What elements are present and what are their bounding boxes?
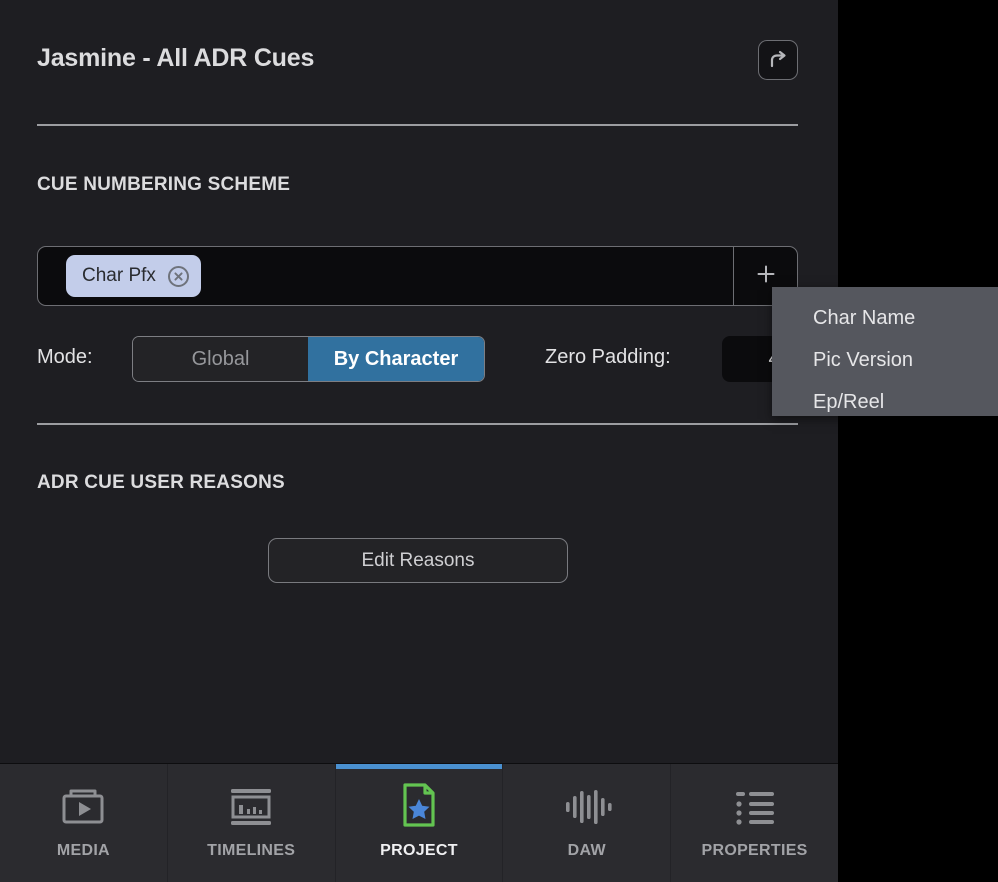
dropdown-item-pic-version[interactable]: Pic Version bbox=[772, 339, 998, 381]
nav-tab-daw[interactable]: DAW bbox=[503, 764, 672, 882]
nav-label-properties: PROPERTIES bbox=[701, 842, 808, 859]
nav-label-daw: DAW bbox=[567, 842, 606, 859]
screen-root: Jasmine - All ADR Cues CUE NUMBERING SCH… bbox=[0, 0, 998, 882]
close-circle-icon[interactable] bbox=[167, 265, 189, 287]
share-arrow-icon bbox=[767, 49, 789, 71]
mode-option-global[interactable]: Global bbox=[133, 337, 308, 381]
token-chip-label: Char Pfx bbox=[82, 265, 156, 286]
nav-tab-media[interactable]: MEDIA bbox=[0, 764, 168, 882]
token-chip[interactable]: Char Pfx bbox=[66, 255, 201, 297]
timeline-ruler-icon bbox=[226, 786, 276, 828]
nav-label-media: MEDIA bbox=[56, 842, 110, 859]
token-type-dropdown-menu[interactable]: Char Name Pic Version Ep/Reel bbox=[772, 287, 998, 416]
dropdown-item-char-name[interactable]: Char Name bbox=[772, 297, 998, 339]
bullet-list-icon bbox=[732, 786, 778, 828]
dropdown-item-ep-reel[interactable]: Ep/Reel bbox=[772, 381, 998, 423]
nav-label-project: PROJECT bbox=[380, 842, 458, 859]
nav-tab-project[interactable]: PROJECT bbox=[335, 764, 504, 882]
bottom-navigation-bar: MEDIA TIMELINES PROJECT DAW PROPERTIES bbox=[0, 763, 838, 882]
edit-reasons-button[interactable]: Edit Reasons bbox=[268, 538, 568, 583]
waveform-icon bbox=[562, 786, 612, 828]
nav-tab-timelines[interactable]: TIMELINES bbox=[168, 764, 336, 882]
share-button[interactable] bbox=[758, 40, 798, 80]
section-heading-cue-numbering: CUE NUMBERING SCHEME bbox=[37, 174, 291, 195]
mode-option-by-character[interactable]: By Character bbox=[308, 337, 484, 381]
nav-label-timelines: TIMELINES bbox=[207, 842, 296, 859]
project-document-star-icon bbox=[399, 783, 439, 828]
mode-segmented-control[interactable]: Global By Character bbox=[132, 336, 485, 382]
page-title: Jasmine - All ADR Cues bbox=[37, 44, 315, 72]
panel-header: Jasmine - All ADR Cues bbox=[0, 0, 838, 125]
plus-icon bbox=[755, 263, 777, 290]
divider-top bbox=[37, 124, 798, 126]
divider-middle bbox=[37, 423, 798, 425]
mode-label: Mode: bbox=[37, 346, 93, 368]
app-panel: Jasmine - All ADR Cues CUE NUMBERING SCH… bbox=[0, 0, 838, 882]
cue-token-field[interactable]: Char Pfx bbox=[37, 246, 798, 306]
zero-padding-label: Zero Padding: bbox=[545, 346, 671, 368]
token-list: Char Pfx bbox=[38, 247, 733, 305]
media-folder-play-icon bbox=[60, 786, 106, 828]
nav-tab-properties[interactable]: PROPERTIES bbox=[671, 764, 838, 882]
section-heading-user-reasons: ADR CUE USER REASONS bbox=[37, 472, 285, 493]
